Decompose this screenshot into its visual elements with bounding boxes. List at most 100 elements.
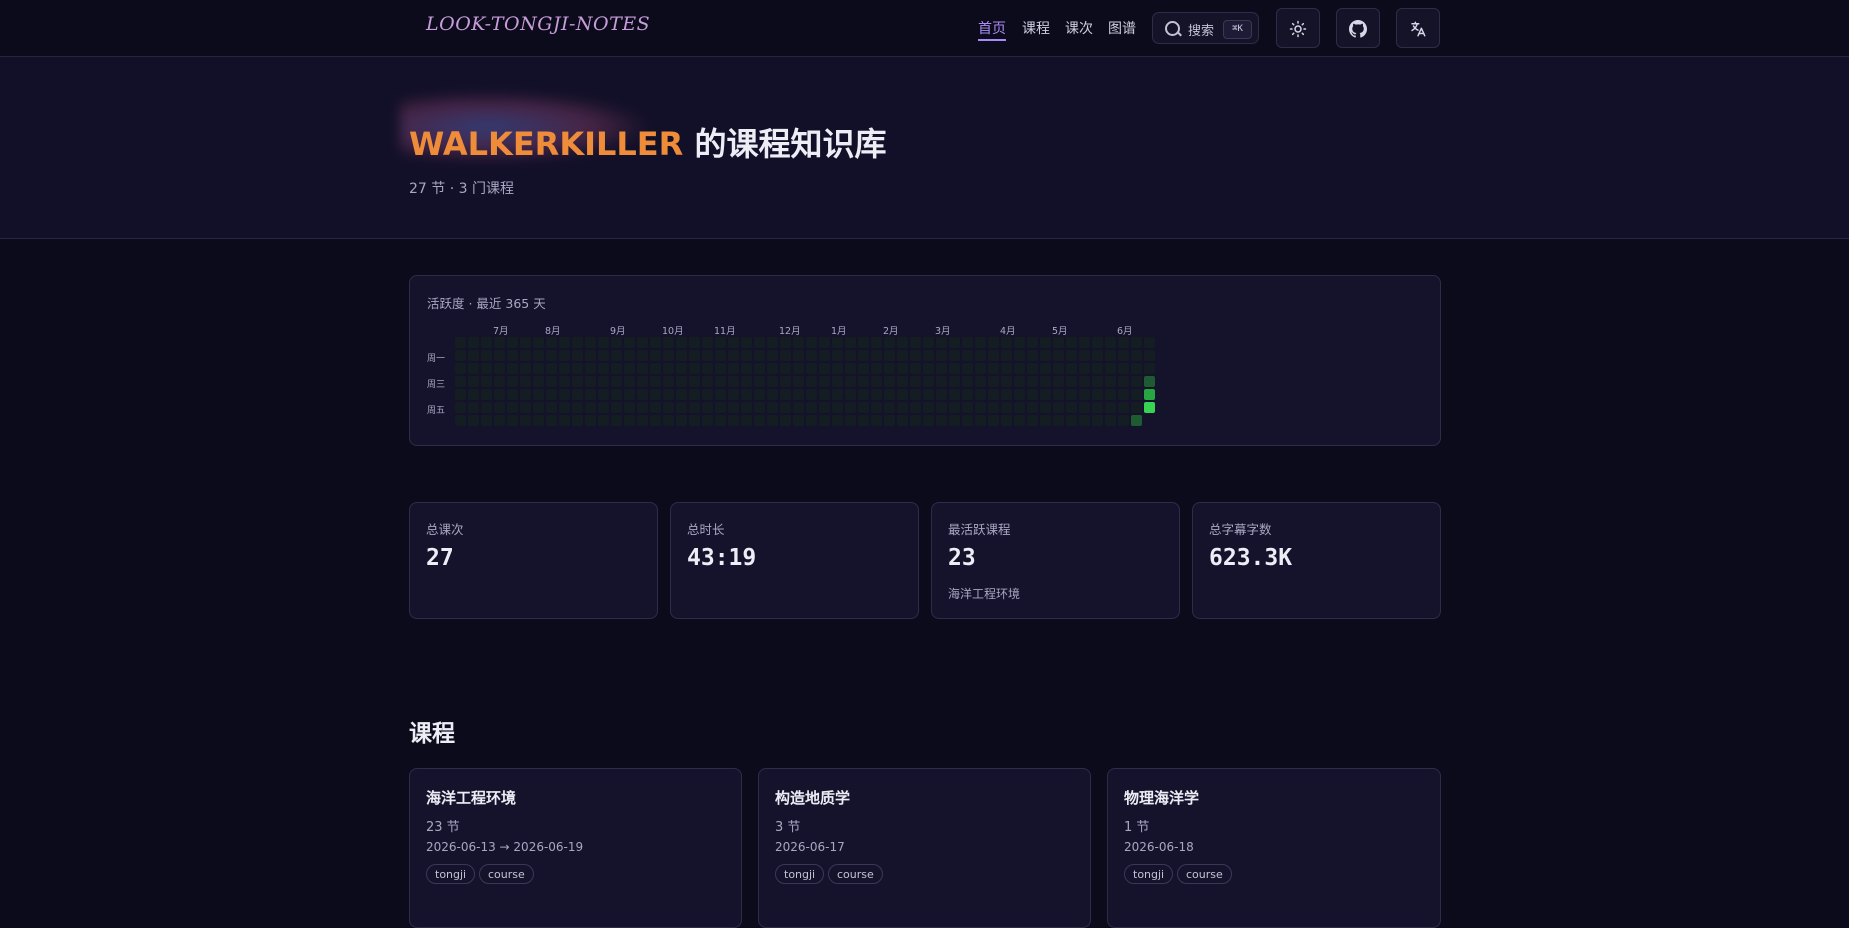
heatmap-cell [559,337,570,348]
nav-lessons[interactable]: 课次 [1065,18,1093,38]
heatmap-cell [910,415,921,426]
heatmap-cell [741,337,752,348]
heatmap-cell [1040,415,1051,426]
heatmap-cell [520,337,531,348]
course-title[interactable]: 构造地质学 [775,787,850,808]
heatmap-cell [1040,389,1051,400]
course-tag[interactable]: tongji [775,864,825,884]
heatmap-cell [793,363,804,374]
course-tag[interactable]: tongji [1124,864,1174,884]
heatmap-cell [1040,376,1051,387]
course-tag[interactable]: course [828,864,883,884]
heatmap-cell [611,376,622,387]
heatmap-cell [1040,402,1051,413]
course-card[interactable]: 构造地质学 3 节 2026-06-17 tongji course [758,768,1091,928]
heatmap-cell [1040,363,1051,374]
nav-home[interactable]: 首页 [978,18,1006,41]
heatmap-cell [741,350,752,361]
course-date: 2026-06-18 [1124,840,1194,854]
heatmap-cell [1014,350,1025,361]
course-tag[interactable]: course [479,864,534,884]
heatmap-cell [1144,363,1155,374]
heatmap-cell [1066,415,1077,426]
heatmap-cell [494,363,505,374]
heatmap-cell [871,415,882,426]
heatmap-cell [559,363,570,374]
heatmap-cell [1079,415,1090,426]
stat-value: 23 [948,545,976,571]
heatmap-cell [845,415,856,426]
heatmap-cell [741,376,752,387]
heatmap-cell [520,350,531,361]
heatmap-cell [455,337,466,348]
stat-card: 总字幕字数 623.3K [1192,502,1441,619]
github-button[interactable] [1336,8,1380,48]
month-label: 10月 [662,326,684,337]
heatmap-cell [624,350,635,361]
theme-toggle-button[interactable] [1276,8,1320,48]
heatmap-cell [754,376,765,387]
heatmap-cell [533,389,544,400]
heatmap-cell [494,389,505,400]
heatmap-cell [1014,389,1025,400]
heatmap-cell [494,337,505,348]
heatmap-cell [1001,415,1012,426]
heatmap-cell [1066,350,1077,361]
top-bar: LOOK-TONGJI-NOTES 首页 课程 课次 图谱 搜索 ⌘K [0,0,1849,57]
heatmap-cell [663,389,674,400]
stat-label: 总字幕字数 [1209,522,1272,537]
course-tag[interactable]: course [1177,864,1232,884]
heatmap-cell [468,415,479,426]
heatmap-cell [702,389,713,400]
heatmap-cell [949,376,960,387]
heatmap-cell [1066,337,1077,348]
search-button[interactable]: 搜索 ⌘K [1152,12,1259,44]
heatmap-cell [585,402,596,413]
course-card[interactable]: 海洋工程环境 23 节 2026-06-13 → 2026-06-19 tong… [409,768,742,928]
heatmap-cell [624,376,635,387]
heatmap-cell [845,402,856,413]
course-tag[interactable]: tongji [426,864,476,884]
site-logo[interactable]: LOOK-TONGJI-NOTES [426,13,650,35]
nav-courses[interactable]: 课程 [1022,18,1050,38]
heatmap-cell [637,363,648,374]
heatmap-cell [897,337,908,348]
heatmap-cell [585,337,596,348]
course-title[interactable]: 海洋工程环境 [426,787,516,808]
heatmap-cell [897,376,908,387]
heatmap-cell [858,376,869,387]
course-card[interactable]: 物理海洋学 1 节 2026-06-18 tongji course [1107,768,1441,928]
search-label: 搜索 [1188,24,1215,39]
language-button[interactable] [1396,8,1440,48]
heatmap-cell [845,389,856,400]
heatmap-cell [1027,402,1038,413]
heatmap-cell [507,363,518,374]
heatmap-cell [910,389,921,400]
heatmap-cell [1053,350,1064,361]
heatmap-cell [923,363,934,374]
course-title[interactable]: 物理海洋学 [1124,787,1199,808]
heatmap-cell [949,363,960,374]
course-count: 3 节 [775,820,801,835]
heatmap-cell [897,402,908,413]
heatmap-cell [1066,389,1077,400]
heatmap-cell [1027,363,1038,374]
heatmap-cell [676,350,687,361]
heatmap-cell [754,415,765,426]
heatmap-cell [676,363,687,374]
heatmap-cell [936,350,947,361]
heatmap-cell [1144,337,1155,348]
heatmap-cell [1131,350,1142,361]
heatmap-cell [832,389,843,400]
heatmap-cell [728,350,739,361]
heatmap-cell [1014,337,1025,348]
heatmap-cell [728,402,739,413]
heatmap-cell [468,376,479,387]
heatmap-cell [884,337,895,348]
heatmap-cell [923,350,934,361]
heatmap-cell [780,389,791,400]
heatmap-cell [715,337,726,348]
nav-graph[interactable]: 图谱 [1108,18,1136,38]
heatmap-cell [559,389,570,400]
heatmap-cell [598,337,609,348]
